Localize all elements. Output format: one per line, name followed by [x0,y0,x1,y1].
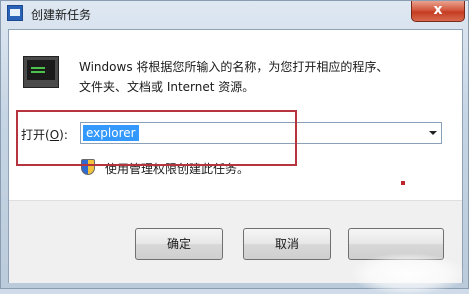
annotation-dot [401,181,405,185]
blur-watermark [353,254,463,294]
ok-button[interactable]: 确定 [135,228,223,260]
uac-shield-icon [81,159,95,175]
open-accelerator: O [49,128,60,142]
dialog-body: Windows 将根据您所输入的名称，为您打开相应的程序、 文件夹、文档或 In… [8,29,463,294]
open-input[interactable]: explorer [83,125,139,141]
open-combobox[interactable]: explorer [80,122,442,144]
close-button[interactable]: x [411,1,465,22]
dialog-window: 创建新任务 x Windows 将根据您所输入的名称，为您打开相应的程序、 文件… [0,0,469,294]
cancel-button[interactable]: 取消 [243,228,331,260]
description-line-2: 文件夹、文档或 Internet 资源。 [79,80,255,94]
window-title: 创建新任务 [31,8,92,22]
description-line-1: Windows 将根据您所输入的名称，为您打开相应的程序、 [79,60,389,74]
task-manager-icon [7,5,23,21]
run-command-icon [23,56,59,88]
dialog-description: Windows 将根据您所输入的名称，为您打开相应的程序、 文件夹、文档或 In… [79,57,439,97]
title-bar[interactable]: 创建新任务 x [1,1,469,29]
admin-note: 使用管理权限创建此任务。 [105,162,250,176]
open-label: 打开(O): [21,128,68,142]
chevron-down-icon[interactable] [429,131,437,135]
